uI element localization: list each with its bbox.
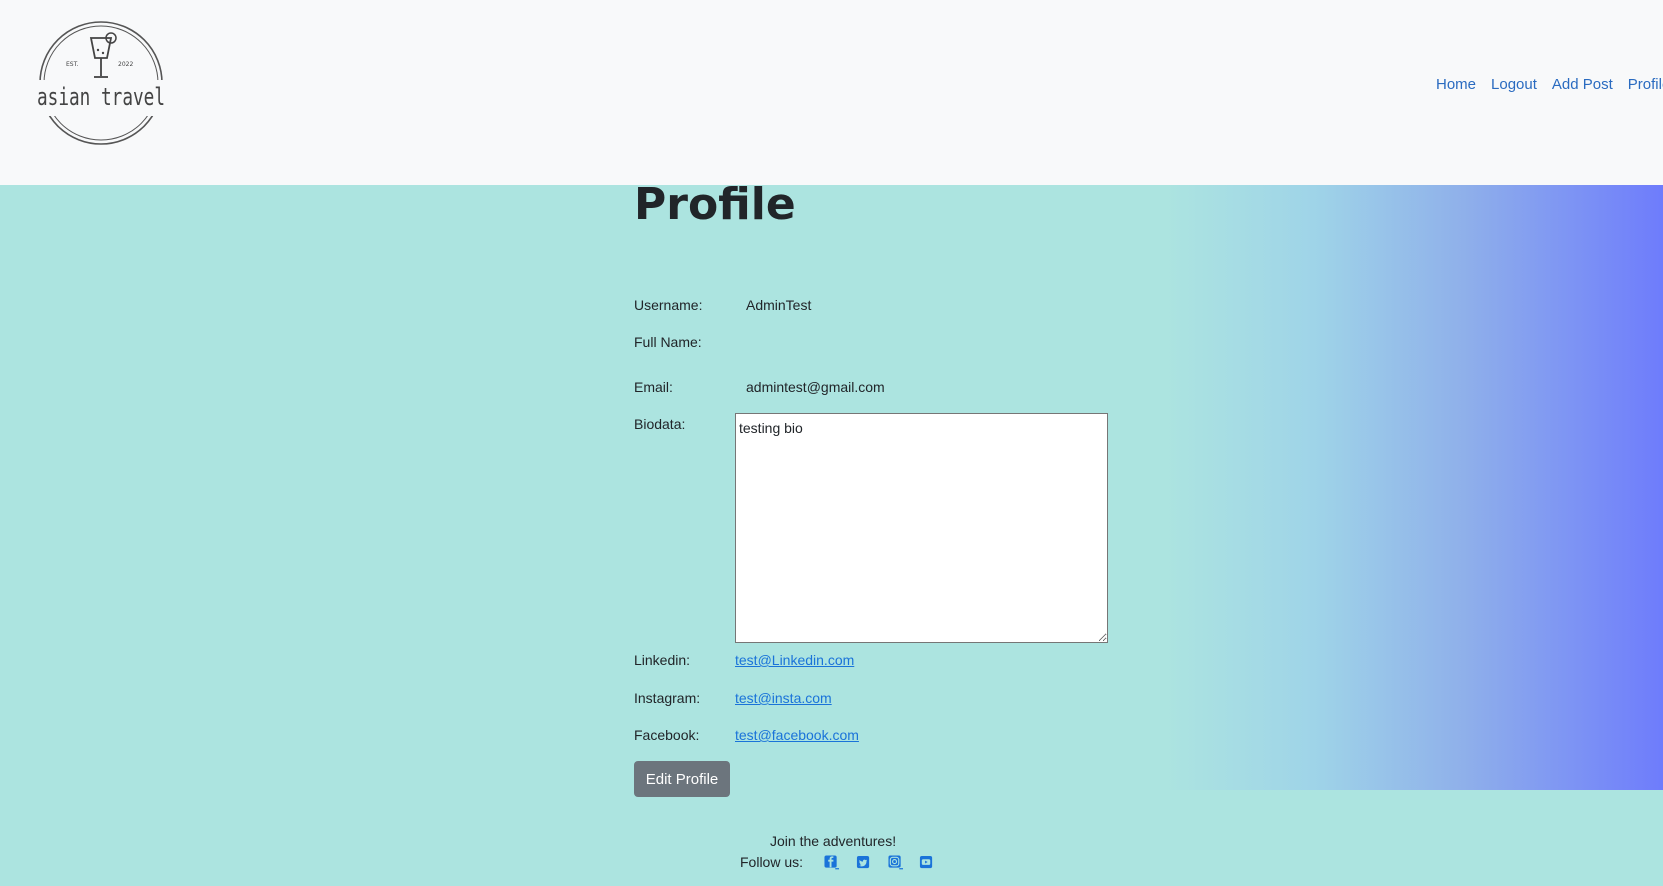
nav-logout-link[interactable]: Logout	[1491, 76, 1537, 93]
twitter-icon[interactable]	[856, 855, 871, 870]
instagram-link[interactable]: test@insta.com	[735, 690, 832, 706]
biodata-label: Biodata:	[634, 416, 686, 432]
svg-text:2022: 2022	[118, 61, 133, 68]
email-value: admintest@gmail.com	[746, 379, 885, 395]
fullname-label: Full Name:	[634, 334, 702, 350]
footer-tagline: Join the adventures!	[770, 833, 897, 849]
facebook-icon[interactable]	[824, 855, 839, 870]
main-content: Profile Username: AdminTest Full Name: E…	[0, 179, 1663, 886]
nav-links: Home Logout Add Post Profile	[1436, 76, 1663, 93]
follow-us-label: Follow us:	[740, 854, 804, 870]
page-title: Profile	[634, 179, 796, 230]
edit-profile-button[interactable]: Edit Profile	[634, 761, 730, 797]
instagram-label: Instagram:	[634, 690, 701, 706]
username-label: Username:	[634, 297, 703, 313]
svg-text:asian travel: asian travel	[37, 83, 165, 111]
nav-profile-link[interactable]: Profile	[1628, 76, 1663, 93]
svg-text:EST.: EST.	[66, 61, 79, 68]
navbar: EST. 2022 asian travel Home Logout Add Pos…	[0, 0, 1663, 185]
nav-add-post-link[interactable]: Add Post	[1552, 76, 1613, 93]
instagram-icon[interactable]	[888, 855, 903, 870]
email-label: Email:	[634, 379, 673, 395]
brand-logo[interactable]: EST. 2022 asian travel	[36, 20, 166, 147]
facebook-label: Facebook:	[634, 727, 700, 743]
facebook-link[interactable]: test@facebook.com	[735, 727, 859, 743]
nav-home-link[interactable]: Home	[1436, 76, 1476, 93]
linkedin-label: Linkedin:	[634, 652, 691, 668]
biodata-textarea[interactable]: testing bio	[735, 413, 1108, 643]
youtube-icon[interactable]	[919, 855, 934, 870]
linkedin-link[interactable]: test@Linkedin.com	[735, 652, 854, 668]
username-value: AdminTest	[746, 297, 812, 313]
